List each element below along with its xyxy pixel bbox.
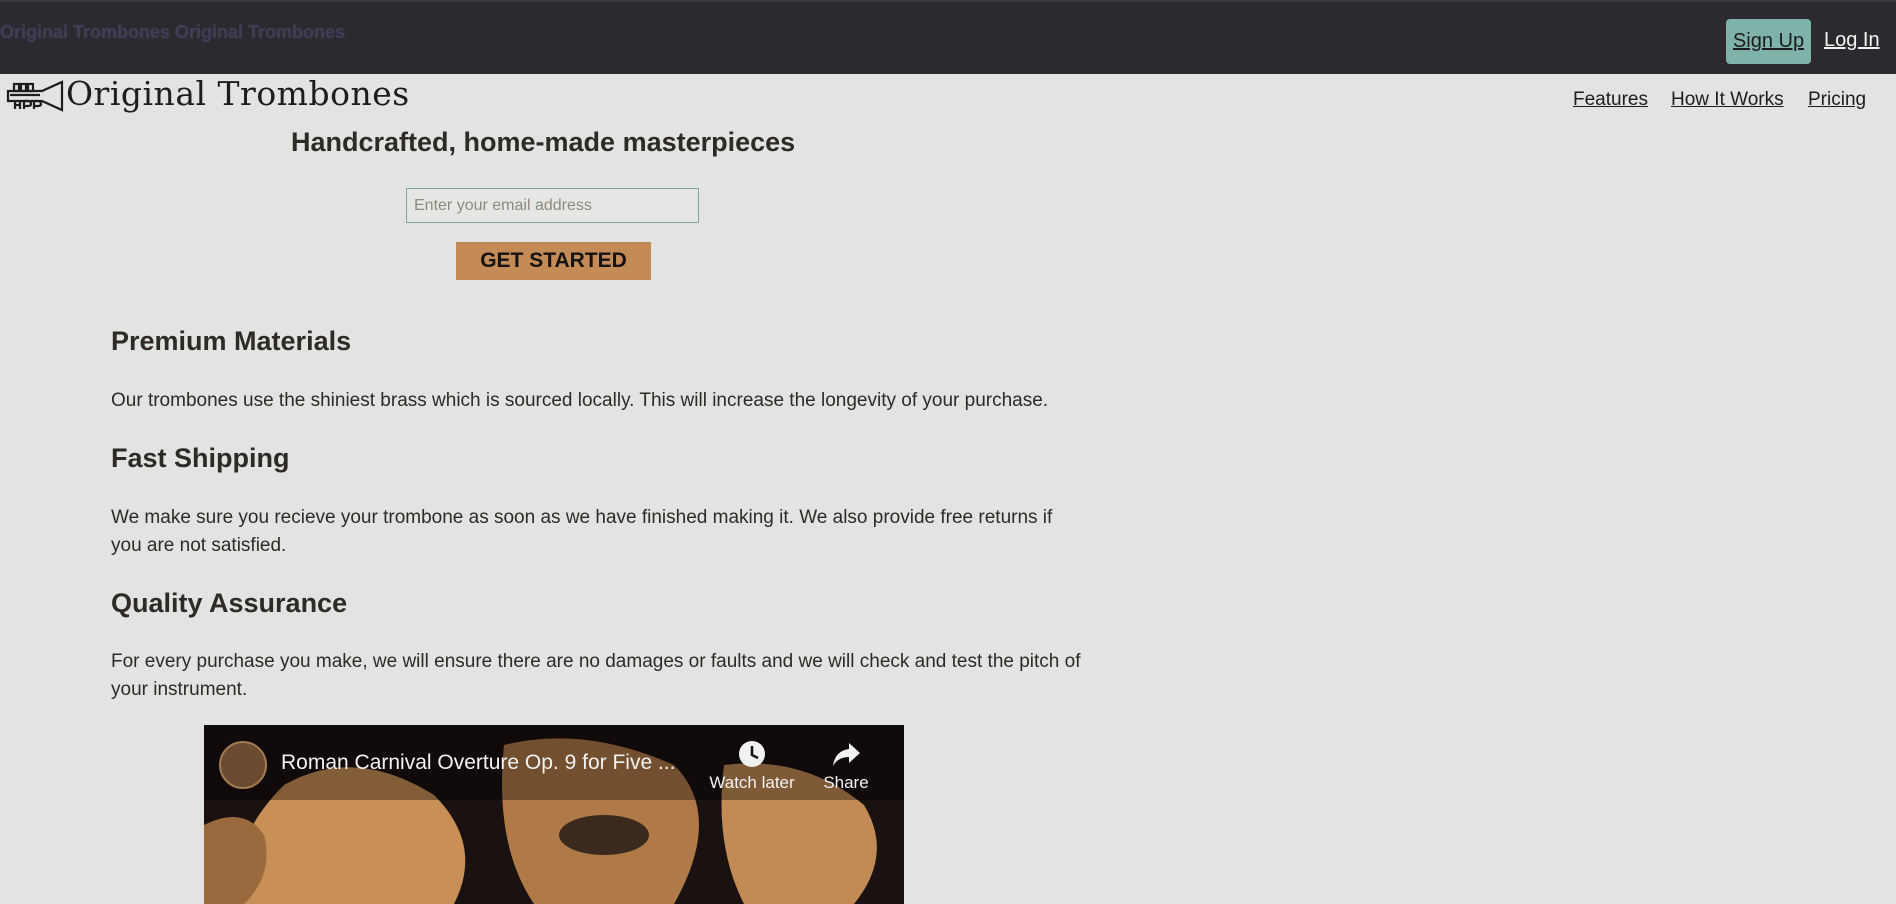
- watch-later-button[interactable]: Watch later: [702, 737, 802, 793]
- share-button[interactable]: Share: [818, 737, 874, 793]
- feature-title-premium-materials: Premium Materials: [111, 326, 352, 356]
- share-label: Share: [823, 773, 869, 792]
- video-player[interactable]: Roman Carnival Overture Op. 9 for Five .…: [204, 725, 904, 904]
- share-icon: [833, 743, 860, 766]
- feature-title-quality-assurance: Quality Assurance: [111, 588, 348, 618]
- feature-text-quality-assurance: For every purchase you make, we will ens…: [111, 651, 1081, 700]
- feature-text-premium-materials: Our trombones use the shiniest brass whi…: [111, 390, 1049, 411]
- hero-title: Handcrafted, home-made masterpieces: [291, 127, 796, 157]
- nav-pricing[interactable]: Pricing: [1808, 89, 1866, 111]
- watch-later-label: Watch later: [709, 773, 795, 792]
- logo-text: Original Trombones: [66, 74, 410, 113]
- nav-how-it-works[interactable]: How It Works: [1671, 89, 1784, 111]
- clock-icon: [739, 741, 765, 767]
- get-started-button[interactable]: GET STARTED: [456, 242, 651, 280]
- email-input[interactable]: [406, 188, 699, 223]
- nav-features[interactable]: Features: [1573, 89, 1648, 111]
- channel-avatar[interactable]: [219, 741, 267, 789]
- video-title[interactable]: Roman Carnival Overture Op. 9 for Five .…: [281, 751, 675, 775]
- feature-text-fast-shipping: We make sure you recieve your trombone a…: [111, 507, 1053, 556]
- logo[interactable]: [6, 78, 64, 114]
- topbar-brand-text: Original Trombones Original Trombones: [0, 22, 346, 42]
- log-in-link[interactable]: Log In: [1824, 29, 1880, 52]
- feature-title-fast-shipping: Fast Shipping: [111, 443, 290, 473]
- sign-up-button[interactable]: Sign Up: [1726, 19, 1811, 64]
- top-bar: Original Trombones Original Trombones Si…: [0, 0, 1896, 74]
- trumpet-logo-icon: [6, 80, 64, 112]
